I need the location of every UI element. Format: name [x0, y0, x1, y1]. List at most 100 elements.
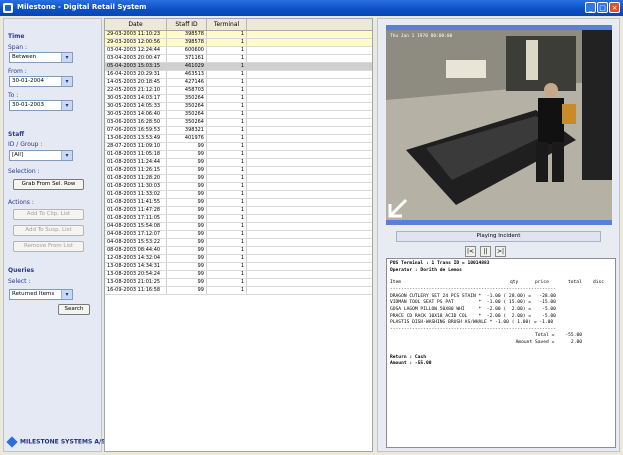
- title-bar: Milestone - Digital Retail System _ □ ×: [0, 0, 623, 16]
- cell-terminal: 1: [207, 239, 247, 246]
- grab-from-row-button[interactable]: Grab From Sel. Row: [13, 179, 84, 190]
- table-row[interactable]: 01-08-2003 11:33:02 99 1: [105, 191, 372, 199]
- cell-terminal: 1: [207, 31, 247, 38]
- table-row[interactable]: 13-08-2003 14:34:31 99 1: [105, 263, 372, 271]
- table-row[interactable]: 22-05-2003 21:12:10 458703 1: [105, 87, 372, 95]
- cell-date: 30-05-2003 14:06:40: [105, 111, 167, 118]
- table-row[interactable]: 07-06-2003 16:59:53 398321 1: [105, 127, 372, 135]
- next-button[interactable]: >|: [495, 246, 506, 257]
- receipt-columns: Item qty price total disc: [390, 280, 605, 286]
- table-row[interactable]: 12-08-2003 14:32:04 99 1: [105, 255, 372, 263]
- filter-sidebar: Time Span : Between ▾ From : 30-01-2004 …: [3, 18, 106, 452]
- table-row[interactable]: 29-03-2003 12:00:56 398578 1: [105, 39, 372, 47]
- cell-staff-id: 427146: [167, 79, 207, 86]
- cell-date: 01-08-2003 11:24:44: [105, 159, 167, 166]
- table-row[interactable]: 16-09-2003 11:16:58 99 1: [105, 287, 372, 295]
- cell-terminal: 1: [207, 271, 247, 278]
- cell-staff-id: 371161: [167, 55, 207, 62]
- cell-terminal: 1: [207, 39, 247, 46]
- cell-terminal: 1: [207, 55, 247, 62]
- table-row[interactable]: 14-05-2003 20:18:45 427146 1: [105, 79, 372, 87]
- video-bottom-bar: [386, 220, 612, 225]
- cell-terminal: 1: [207, 103, 247, 110]
- table-row[interactable]: 05-04-2003 15:03:15 461029 1: [105, 63, 372, 71]
- minimize-button[interactable]: _: [585, 2, 596, 13]
- from-date-picker[interactable]: 30-01-2004 ▾: [9, 76, 73, 87]
- table-row[interactable]: 13-08-2003 21:01:25 99 1: [105, 279, 372, 287]
- table-row[interactable]: 01-08-2003 11:05:18 99 1: [105, 151, 372, 159]
- table-row[interactable]: 04-08-2003 15:53:22 99 1: [105, 239, 372, 247]
- table-row[interactable]: 29-03-2003 11:10:23 398578 1: [105, 31, 372, 39]
- chevron-down-icon: ▾: [61, 290, 72, 299]
- video-player[interactable]: Thu Jan 1 1970 00:00:00: [386, 30, 612, 220]
- cell-date: 07-06-2003 16:59:53: [105, 127, 167, 134]
- query-select[interactable]: Returned Items ▾: [9, 289, 73, 300]
- table-row[interactable]: 13-08-2003 20:54:24 99 1: [105, 271, 372, 279]
- cell-date: 16-04-2003 20:29:31: [105, 71, 167, 78]
- column-header-terminal[interactable]: Terminal: [207, 19, 247, 30]
- table-row[interactable]: 01-08-2003 11:30:03 99 1: [105, 183, 372, 191]
- table-row[interactable]: 30-05-2003 14:05:33 350264 1: [105, 103, 372, 111]
- cell-date: 01-08-2003 11:41:55: [105, 199, 167, 206]
- table-row[interactable]: 01-08-2003 17:11:05 99 1: [105, 215, 372, 223]
- cell-date: 28-07-2003 11:09:10: [105, 143, 167, 150]
- cell-staff-id: 99: [167, 159, 207, 166]
- table-row[interactable]: 01-08-2003 11:24:44 99 1: [105, 159, 372, 167]
- table-row[interactable]: 01-08-2003 11:28:20 99 1: [105, 175, 372, 183]
- table-row[interactable]: 30-05-2003 14:03:17 350264 1: [105, 95, 372, 103]
- transactions-table[interactable]: Date Staff ID Terminal 29-03-2003 11:10:…: [104, 18, 373, 452]
- cell-terminal: 1: [207, 231, 247, 238]
- add-to-susp-list-button[interactable]: Add To Susp. List: [13, 225, 84, 236]
- cell-terminal: 1: [207, 135, 247, 142]
- to-label: To :: [8, 92, 19, 99]
- table-row[interactable]: 01-08-2003 11:41:55 99 1: [105, 199, 372, 207]
- cell-terminal: 1: [207, 191, 247, 198]
- id-group-select[interactable]: [All] ▾: [9, 150, 73, 161]
- time-section-label: Time: [8, 33, 25, 40]
- table-row[interactable]: 03-06-2003 16:28:50 350264 1: [105, 119, 372, 127]
- cell-staff-id: 99: [167, 143, 207, 150]
- pause-button[interactable]: ||: [480, 246, 491, 257]
- table-row[interactable]: 13-06-2003 13:53:49 401976 1: [105, 135, 372, 143]
- receipt-total: Total = -55.00: [534, 333, 582, 339]
- cell-date: 01-08-2003 17:11:05: [105, 215, 167, 222]
- table-row[interactable]: 03-04-2003 12:24:44 600600 1: [105, 47, 372, 55]
- cell-terminal: 1: [207, 287, 247, 294]
- cell-date: 04-08-2003 15:54:08: [105, 223, 167, 230]
- table-row[interactable]: 03-04-2003 20:00:47 371161 1: [105, 55, 372, 63]
- app-icon: [3, 3, 13, 13]
- column-header-date[interactable]: Date: [105, 19, 167, 30]
- add-to-clip-list-button[interactable]: Add To Clip. List: [13, 209, 84, 220]
- cell-date: 01-08-2003 11:26:15: [105, 167, 167, 174]
- cell-date: 13-08-2003 20:54:24: [105, 271, 167, 278]
- table-row[interactable]: 01-08-2003 11:47:28 99 1: [105, 207, 372, 215]
- cell-terminal: 1: [207, 215, 247, 222]
- cell-date: 12-08-2003 14:32:04: [105, 255, 167, 262]
- cell-terminal: 1: [207, 167, 247, 174]
- table-row[interactable]: 04-08-2003 17:12:07 99 1: [105, 231, 372, 239]
- search-button[interactable]: Search: [58, 304, 90, 315]
- table-row[interactable]: 30-05-2003 14:06:40 350264 1: [105, 111, 372, 119]
- cell-staff-id: 99: [167, 247, 207, 254]
- table-row[interactable]: 16-04-2003 20:29:31 463513 1: [105, 71, 372, 79]
- cell-staff-id: 99: [167, 271, 207, 278]
- column-header-staff-id[interactable]: Staff ID: [167, 19, 207, 30]
- cell-terminal: 1: [207, 199, 247, 206]
- table-row[interactable]: 08-08-2003 08:44:40 99 1: [105, 247, 372, 255]
- actions-label: Actions :: [8, 199, 34, 206]
- span-select[interactable]: Between ▾: [9, 52, 73, 63]
- incident-panel: Thu Jan 1 1970 00:00:00 Playing Incident…: [377, 18, 620, 452]
- cell-staff-id: 463513: [167, 71, 207, 78]
- table-row[interactable]: 28-07-2003 11:09:10 99 1: [105, 143, 372, 151]
- to-date-picker[interactable]: 30-01-2003 ▾: [9, 100, 73, 111]
- cell-staff-id: 99: [167, 255, 207, 262]
- cell-date: 04-08-2003 17:12:07: [105, 231, 167, 238]
- close-button[interactable]: ×: [609, 2, 620, 13]
- receipt-separator: ----------------------------------------…: [390, 287, 556, 293]
- maximize-button[interactable]: □: [597, 2, 608, 13]
- table-row[interactable]: 01-08-2003 11:26:15 99 1: [105, 167, 372, 175]
- remove-from-list-button[interactable]: Remove From List: [13, 241, 84, 252]
- cell-date: 08-08-2003 08:44:40: [105, 247, 167, 254]
- previous-button[interactable]: |<: [465, 246, 476, 257]
- table-row[interactable]: 04-08-2003 15:54:08 99 1: [105, 223, 372, 231]
